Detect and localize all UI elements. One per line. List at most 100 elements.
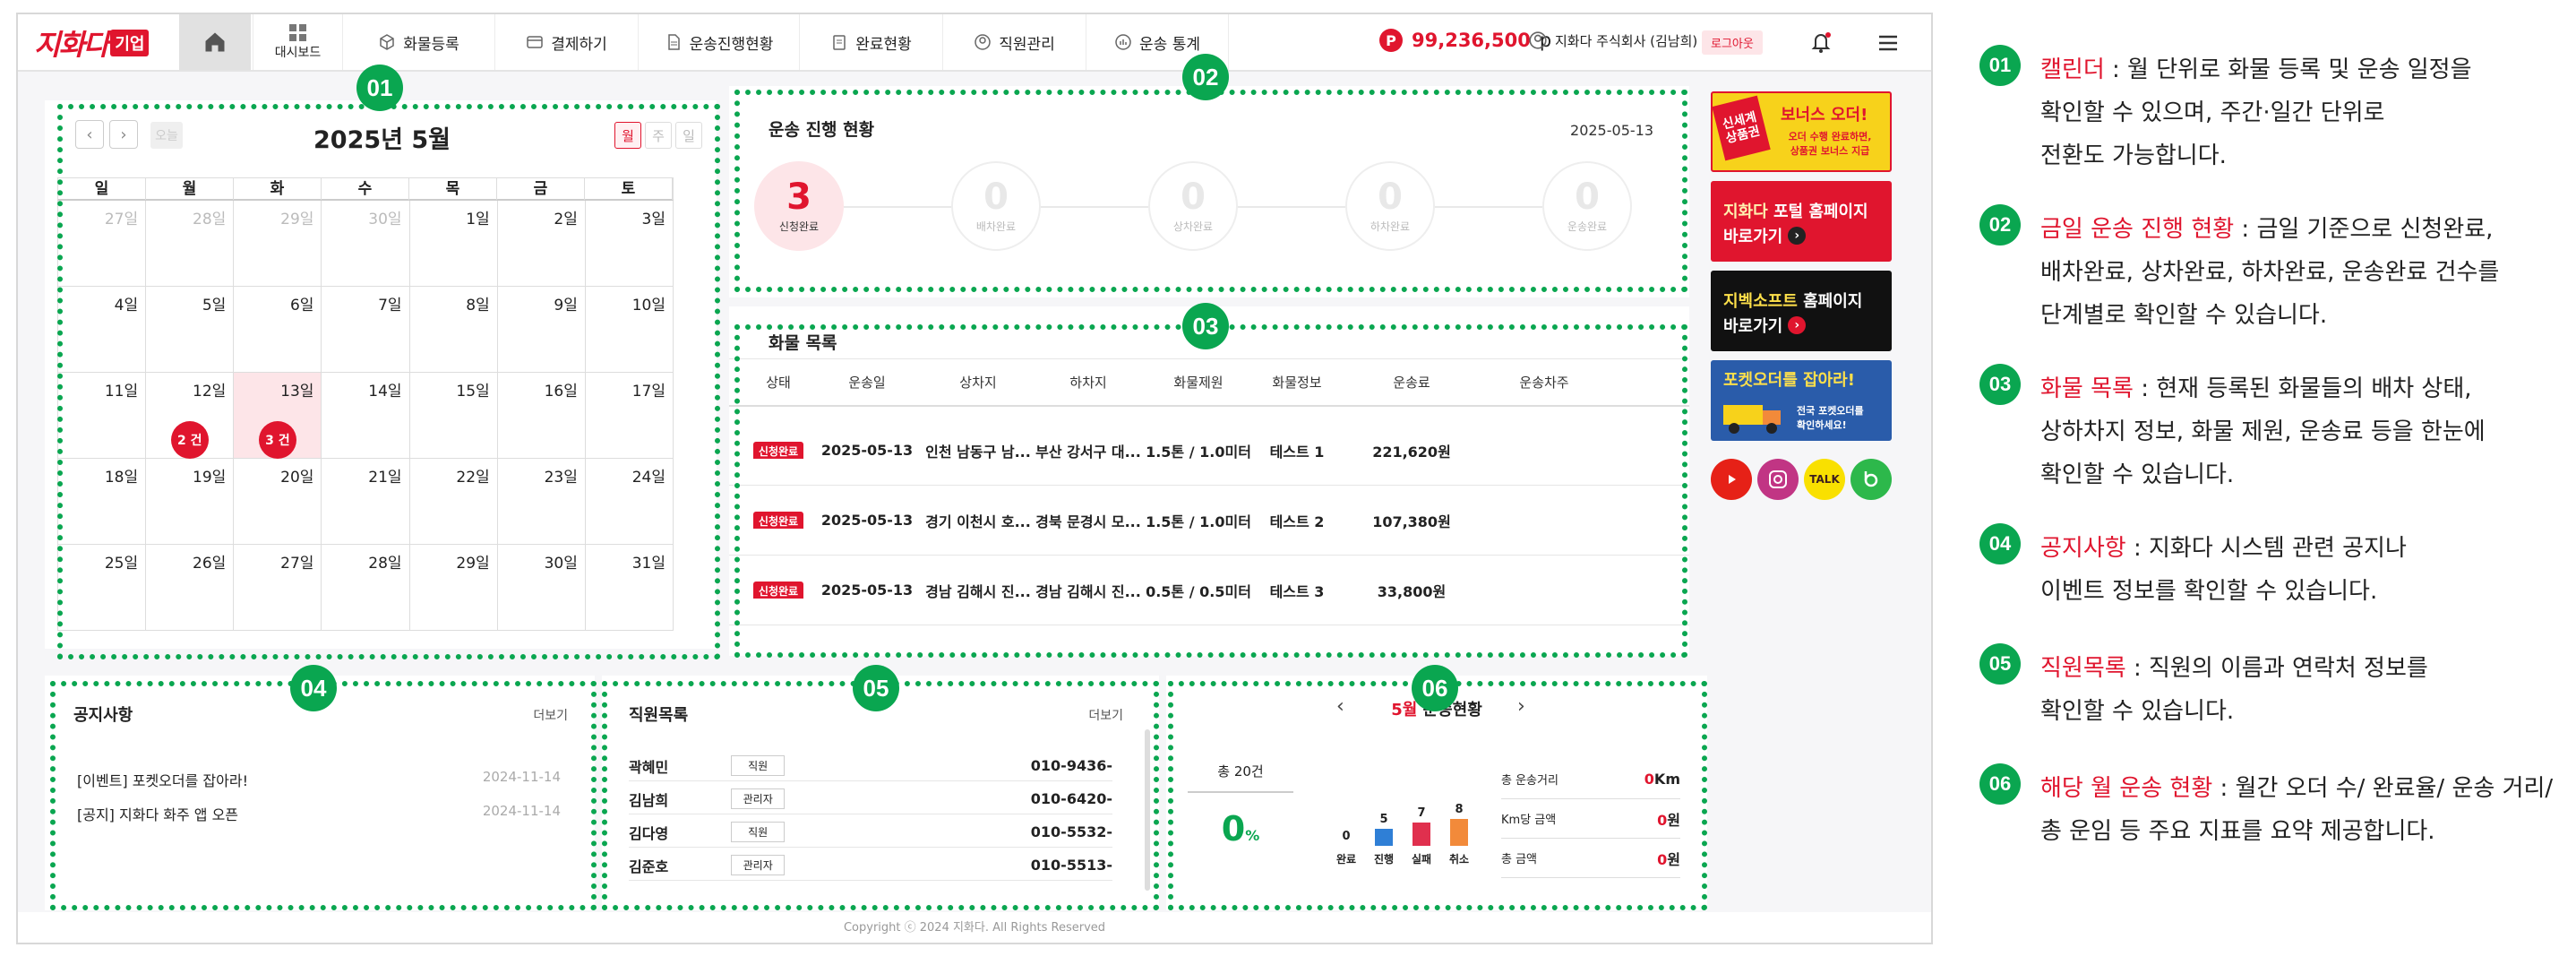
calendar-day[interactable]: 15일 [409,373,498,459]
progress-step[interactable]: 3 신청완료 [754,161,844,251]
calendar-day[interactable]: 4일 [58,287,147,373]
cargo-row[interactable]: 신청완료 2025-05-13 인천 남동구 남... 부산 강서구 대... 1.5톤… [729,416,1689,486]
logout-button[interactable]: 로그아웃 [1702,30,1763,55]
banner-pocket-order[interactable]: 포켓오더를 잡아라! 전국 포켓오더를 확인하세요! [1711,360,1892,441]
column-header[interactable]: 상차지 [924,373,1032,392]
day-count-badge[interactable]: 2 건 [170,421,209,459]
notice-item[interactable]: [이벤트] 포켓오더를 잡아라! 2024-11-14 [77,769,561,790]
nav-label: 완료현황 [855,35,912,54]
calendar-day[interactable]: 29일 [234,201,322,287]
cargo-row[interactable]: 신청완료 2025-05-13 경기 이천시 호... 경북 문경시 모... 1.5톤… [729,486,1689,556]
calendar-day[interactable]: 10일 [585,287,674,373]
dashboard-button[interactable]: 대시보드 [253,14,342,70]
calendar-day[interactable]: 22일 [409,459,498,545]
nav-completed[interactable]: 완료현황 [799,14,942,70]
column-header[interactable]: 하차지 [1032,373,1145,392]
staff-row[interactable]: 김다영 직원 010-5532- [629,817,1112,848]
description-number: 06 [1979,763,2021,805]
calendar-day[interactable]: 6일 [234,287,322,373]
column-header[interactable]: 운송차주 [1481,373,1607,392]
notice-text: [이벤트] 포켓오더를 잡아라! [77,772,248,789]
banner-jibeksoft[interactable]: 지벡소프트 홈페이지 바로가기 › [1711,271,1892,351]
calendar-day[interactable]: 2일 [497,201,586,287]
calendar-next-button[interactable]: › [109,120,138,149]
column-header[interactable]: 운송일 [810,373,924,392]
footer-copyright: Copyright ⓒ 2024 지화다. All Rights Reserve… [18,912,1931,943]
calendar-day[interactable]: 27일 [234,545,322,631]
points-display[interactable]: P 99,236,500 p [1379,29,1551,52]
progress-step[interactable]: 0 상차완료 [1148,161,1238,251]
logo[interactable]: 지화다 기업 [34,23,150,63]
nav-staff-management[interactable]: 직원관리 [942,14,1086,70]
staff-row[interactable]: 곽혜민 직원 010-9436- [629,751,1112,781]
blog-icon[interactable] [1850,459,1892,500]
cargo-title: 화물 목록 [769,333,837,353]
column-header[interactable]: 운송료 [1342,373,1481,392]
kpi-label: 총 운송거리 [1501,774,1558,788]
day-count-badge[interactable]: 3 건 [258,421,296,459]
cargo-row[interactable]: 신청완료 2025-05-13 경남 김해시 진... 경남 김해시 진... 0.5톤… [729,556,1689,625]
day-number: 2일 [554,211,578,228]
kakaotalk-icon[interactable]: TALK [1804,459,1845,500]
calendar-day[interactable]: 16일 [497,373,586,459]
status-cell: 신청완료 [747,582,810,599]
calendar-day[interactable]: 18일 [58,459,147,545]
calendar-today-button[interactable]: 오늘 [150,122,183,149]
calendar-day[interactable]: 5일 [146,287,235,373]
progress-step[interactable]: 0 하차완료 [1345,161,1435,251]
calendar-day[interactable]: 29일 [409,545,498,631]
column-header[interactable]: 상태 [747,373,810,392]
staff-row[interactable]: 김남희 관리자 010-6420- [629,784,1112,814]
calendar-day[interactable]: 13일 3 건 [234,373,322,459]
calendar-day[interactable]: 27일 [58,201,147,287]
notice-more-link[interactable]: 더보기 [533,706,568,724]
calendar-day[interactable]: 25일 [58,545,147,631]
nav-transport-progress[interactable]: 운송진행현황 [638,14,799,70]
home-button[interactable] [179,14,251,70]
calendar-day[interactable]: 31일 [585,545,674,631]
calendar-day[interactable]: 12일 2 건 [146,373,235,459]
monthly-month: 5월 [1391,701,1418,719]
calendar-day[interactable]: 26일 [146,545,235,631]
youtube-icon[interactable] [1711,459,1752,500]
company-profile[interactable]: 지화다 주식회사 (김남희) [1528,30,1697,50]
staff-row[interactable]: 김준호 관리자 010-5513- [629,850,1112,881]
banner-bonus-order[interactable]: 신세계 상품권 보너스 오더! 오더 수행 완료하면, 상품권 보너스 지급 [1711,91,1892,172]
view-week-button[interactable]: 주 [645,122,672,149]
progress-step[interactable]: 0 배차완료 [951,161,1041,251]
instagram-icon[interactable] [1757,459,1799,500]
calendar-day[interactable]: 7일 [322,287,410,373]
calendar-day[interactable]: 17일 [585,373,674,459]
staff-more-link[interactable]: 더보기 [1088,706,1123,724]
calendar-day[interactable]: 14일 [322,373,410,459]
nav-cargo-register[interactable]: 화물등록 [342,14,494,70]
calendar-day[interactable]: 8일 [409,287,498,373]
view-day-button[interactable]: 일 [675,122,702,149]
calendar-day[interactable]: 21일 [322,459,410,545]
staff-scrollbar[interactable] [1145,729,1150,891]
calendar-day[interactable]: 24일 [585,459,674,545]
column-header[interactable]: 화물정보 [1252,373,1342,392]
column-header[interactable]: 화물제원 [1145,373,1252,392]
nav-payment[interactable]: 결제하기 [494,14,638,70]
calendar-day[interactable]: 11일 [58,373,147,459]
calendar-day[interactable]: 30일 [322,201,410,287]
bell-icon[interactable] [1807,29,1834,56]
calendar-day[interactable]: 28일 [146,201,235,287]
cargo-cell: 2025-05-13 [820,442,914,459]
calendar-day[interactable]: 20일 [234,459,322,545]
calendar-day[interactable]: 3일 [585,201,674,287]
calendar-day[interactable]: 9일 [497,287,586,373]
progress-step[interactable]: 0 운송완료 [1542,161,1632,251]
menu-icon[interactable] [1876,30,1901,56]
month-next-button[interactable]: › [1517,695,1525,718]
calendar-prev-button[interactable]: ‹ [75,120,104,149]
view-month-button[interactable]: 월 [614,122,641,149]
banner-jihwada-portal[interactable]: 지화다 포털 홈페이지 바로가기 › [1711,181,1892,262]
calendar-day[interactable]: 19일 [146,459,235,545]
calendar-day[interactable]: 30일 [497,545,586,631]
notice-item[interactable]: [공지] 지화다 화주 앱 오픈 2024-11-14 [77,803,561,824]
calendar-day[interactable]: 23일 [497,459,586,545]
calendar-day[interactable]: 28일 [322,545,410,631]
calendar-day[interactable]: 1일 [409,201,498,287]
